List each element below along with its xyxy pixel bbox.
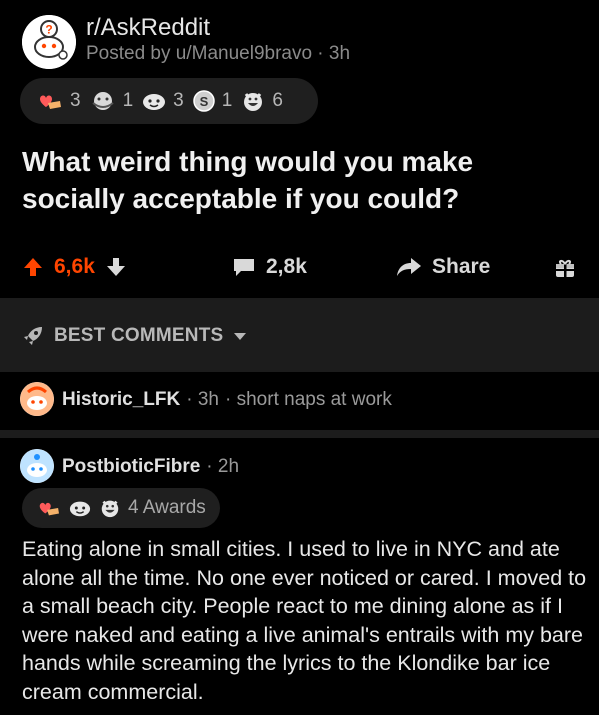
- post-awards-bar[interactable]: 3 1 3 S 1 6: [20, 78, 318, 124]
- comment-count: 2,8k: [266, 255, 307, 278]
- award-wholesome: 3: [141, 89, 184, 113]
- laughing-award-icon: [244, 93, 263, 111]
- sort-dropdown[interactable]: BEST COMMENTS: [22, 325, 247, 347]
- comment-header: PostbioticFibre · 2h: [62, 456, 239, 478]
- upvote-count: 6,6k: [54, 255, 95, 278]
- comment-divider: [0, 430, 599, 438]
- comment-author[interactable]: Historic_LFK: [62, 389, 180, 411]
- award-count: 3: [70, 90, 81, 111]
- post-title: What weird thing would you make socially…: [22, 146, 474, 214]
- comment-author[interactable]: PostbioticFibre: [62, 456, 200, 478]
- comment-awards-bar[interactable]: 4 Awards: [22, 488, 220, 528]
- silver-award-icon: S: [192, 90, 215, 112]
- comment-time: · 2h: [206, 456, 240, 477]
- award-hug: 1: [89, 89, 134, 113]
- subreddit-avatar[interactable]: ?: [22, 15, 76, 69]
- award-button[interactable]: [553, 256, 577, 285]
- heart-hand-award-icon: [40, 95, 61, 109]
- award-count: 6: [272, 90, 283, 111]
- award-silver: S 1: [192, 89, 233, 113]
- upvote-arrow-icon[interactable]: [22, 256, 44, 278]
- comment-bubble-icon: [234, 259, 254, 276]
- caret-down-icon: [234, 333, 247, 340]
- collapsed-comment[interactable]: Historic_LFK · 3h · short naps at work: [62, 389, 392, 411]
- award-count: 3: [173, 90, 184, 111]
- share-label: Share: [432, 255, 491, 278]
- snoo-avatar-icon: [20, 382, 54, 416]
- snoo-question-icon: ?: [22, 15, 76, 69]
- award-count: 1: [221, 90, 233, 111]
- comment-body: Eating alone in small cities. I used to …: [22, 537, 587, 704]
- award-count: 1: [122, 90, 134, 111]
- comment-time: · 3h: [186, 389, 219, 410]
- vote-controls: 6,6k: [22, 255, 127, 279]
- awards-count-label: 4 Awards: [128, 497, 206, 518]
- comments-button[interactable]: 2,8k: [232, 255, 307, 279]
- subreddit-name[interactable]: r/AskReddit: [86, 14, 210, 42]
- rocket-icon: [24, 327, 42, 345]
- downvote-arrow-icon[interactable]: [105, 256, 127, 278]
- wholesome-award-icon: [69, 501, 91, 517]
- wholesome-award-icon: [143, 94, 166, 110]
- award-heart-hand: 3: [34, 89, 81, 113]
- post-meta: Posted by u/Manuel9bravo · 3h: [86, 43, 351, 64]
- svg-text:S: S: [199, 94, 208, 109]
- snoo-avatar-icon: [20, 449, 54, 483]
- award-laughing: 6: [240, 89, 283, 113]
- share-button[interactable]: Share: [396, 255, 490, 279]
- laughing-award-icon: [101, 500, 119, 518]
- gift-award-icon: [556, 260, 574, 277]
- hug-award-icon: [91, 92, 114, 110]
- heart-hand-award-icon: [39, 502, 59, 516]
- comment-avatar[interactable]: [20, 382, 54, 416]
- comment-preview: · short naps at work: [225, 389, 392, 410]
- comment-avatar[interactable]: [20, 449, 54, 483]
- share-arrow-icon: [397, 258, 421, 276]
- svg-text:?: ?: [45, 23, 52, 37]
- sort-label: BEST COMMENTS: [54, 325, 224, 346]
